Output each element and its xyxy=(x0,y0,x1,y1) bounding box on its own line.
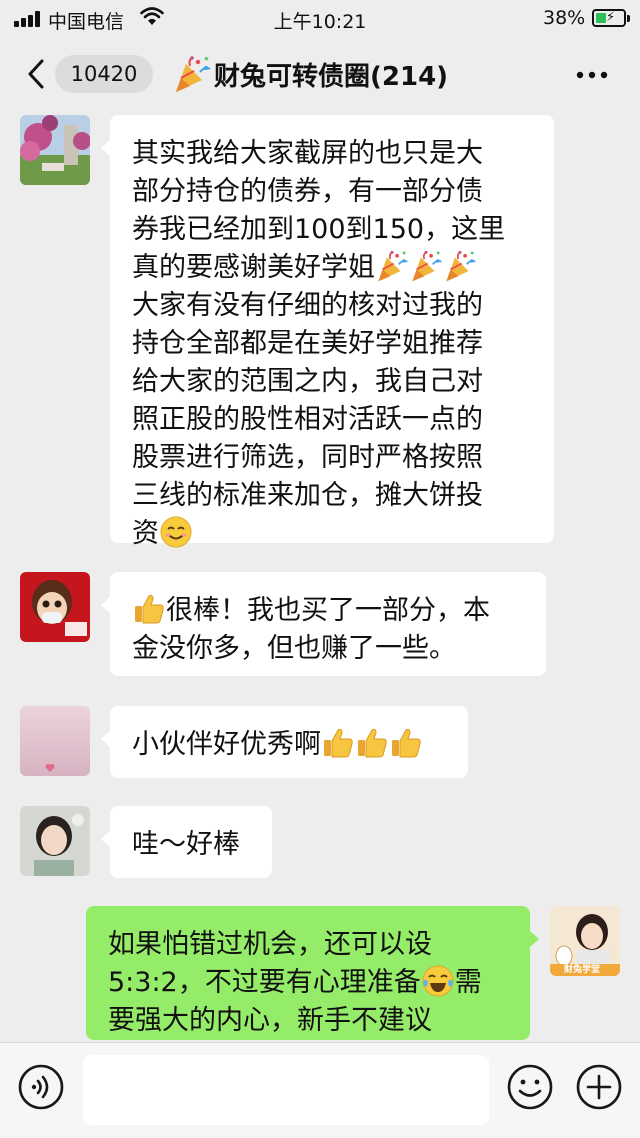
woman-photo-avatar[interactable] xyxy=(20,806,90,876)
tears-of-joy-icon xyxy=(421,964,455,998)
battery-charging-icon: ⚡ xyxy=(592,9,630,27)
message-bubble[interactable]: 其实我给大家截屏的也只是大 部分持仓的债券，有一部分债 券我已经加到100到15… xyxy=(101,115,554,549)
message-text: 小伙伴好优秀啊 xyxy=(132,726,446,764)
battery-percent: 38% xyxy=(543,7,586,29)
thumbs-up-icon xyxy=(321,726,355,760)
flowers-avatar[interactable] xyxy=(20,115,90,185)
chat-title: 财兔可转债圈(214) xyxy=(172,52,448,96)
caitu-xuetang-avatar[interactable]: 财兔学堂 xyxy=(550,906,620,976)
party-popper-icon xyxy=(375,249,409,283)
message-text: 如果怕错过机会，还可以设 5:3:2，不过要有心理准备需 要强大的内心，新手不建… xyxy=(108,929,482,1036)
chat-title-text: 财兔可转债圈(214) xyxy=(214,61,449,92)
unread-count-badge[interactable]: 10420 xyxy=(55,55,153,93)
chevron-left-icon[interactable] xyxy=(22,56,52,92)
voice-icon[interactable] xyxy=(17,1063,65,1111)
thumbs-up-icon xyxy=(132,592,166,626)
avatar-label: 财兔学堂 xyxy=(564,965,601,975)
thumbs-up-icon xyxy=(355,726,389,760)
party-popper-icon xyxy=(409,249,443,283)
own-message-bubble[interactable]: 如果怕错过机会，还可以设 5:3:2，不过要有心理准备需 要强大的内心，新手不建… xyxy=(86,906,539,1040)
message-text: 其实我给大家截屏的也只是大 部分持仓的债券，有一部分债 券我已经加到100到15… xyxy=(132,138,506,549)
message-text: 很棒！我也买了一部分，本 金没你多，但也赚了一些。 xyxy=(132,592,524,668)
party-popper-icon xyxy=(443,249,477,283)
message-bubble[interactable]: 哇～好棒 xyxy=(101,806,272,878)
cartoon-girl-mask-avatar[interactable] xyxy=(20,572,90,642)
emoji-icon[interactable] xyxy=(506,1063,554,1111)
more-dots-icon[interactable] xyxy=(576,71,608,79)
message-input[interactable] xyxy=(83,1055,489,1125)
message-text: 哇～好棒 xyxy=(132,829,240,860)
input-bar xyxy=(0,1042,640,1138)
smiling-face-icon xyxy=(159,515,193,549)
plus-icon[interactable] xyxy=(575,1063,623,1111)
status-bar: 中国电信 上午10:21 38% ⚡ xyxy=(0,0,640,38)
pink-sky-avatar[interactable] xyxy=(20,706,90,776)
message-bubble[interactable]: 小伙伴好优秀啊 xyxy=(101,706,468,778)
party-popper-icon xyxy=(172,54,212,94)
message-bubble[interactable]: 很棒！我也买了一部分，本 金没你多，但也赚了一些。 xyxy=(101,572,546,676)
chat-header: 10420 财兔可转债圈(214) xyxy=(0,38,640,110)
thumbs-up-icon xyxy=(389,726,423,760)
